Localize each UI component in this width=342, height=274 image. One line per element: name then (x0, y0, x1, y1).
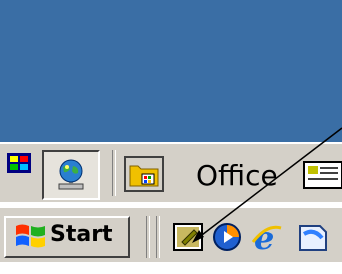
start-label: Start (50, 222, 113, 247)
quick-launch-grip (156, 216, 160, 258)
show-desktop-icon[interactable] (172, 220, 206, 254)
office-document-icon[interactable] (302, 160, 342, 190)
outlook-express-icon[interactable] (294, 220, 342, 254)
toolbar-separator (112, 150, 116, 196)
media-player-icon[interactable] (212, 222, 242, 252)
desktop-background (0, 0, 342, 142)
internet-explorer-icon[interactable]: e (250, 220, 284, 254)
office-folder-icon[interactable] (124, 156, 164, 192)
globe-button[interactable] (42, 150, 100, 200)
taskbar-separator (146, 216, 150, 258)
windows-logo-icon (16, 224, 45, 248)
office-app-icon[interactable] (6, 152, 32, 174)
globe-icon (58, 159, 84, 190)
office-label: Office (196, 159, 278, 192)
